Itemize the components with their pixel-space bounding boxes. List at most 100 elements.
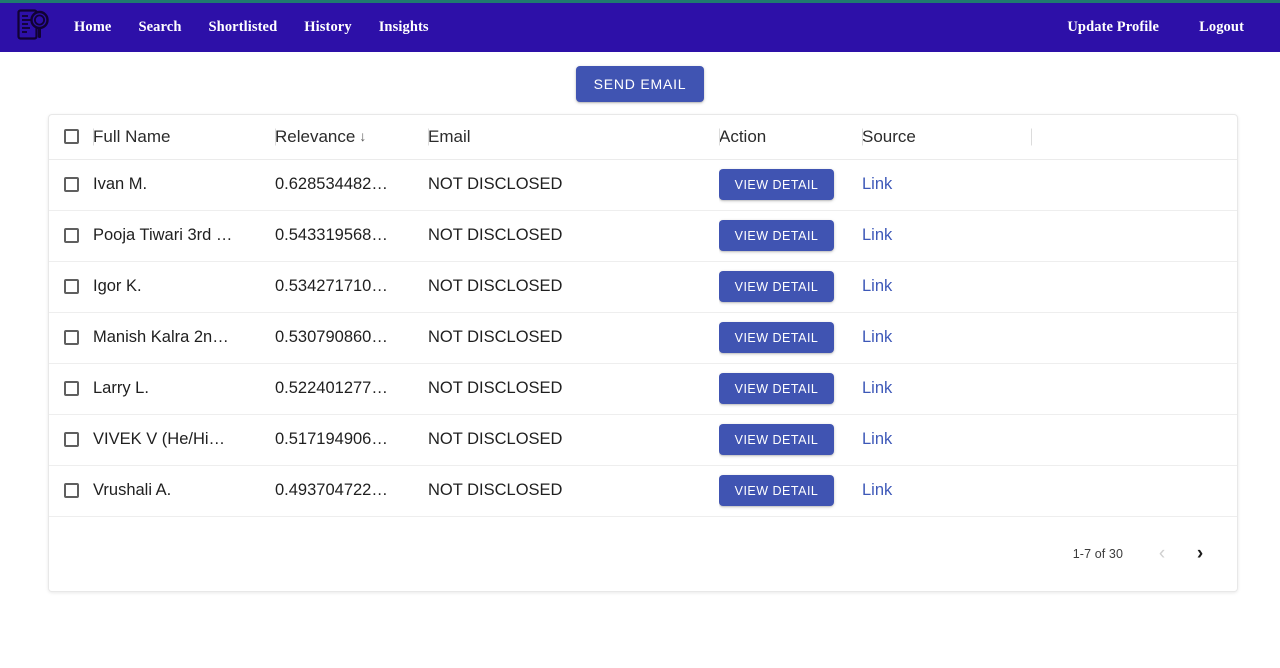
column-header-full-name[interactable]: Full Name [93, 115, 275, 160]
column-header-source-label: Source [862, 126, 916, 146]
column-header-relevance-label: Relevance [275, 126, 356, 146]
cell-source[interactable]: Link [862, 261, 1031, 313]
row-select-cell[interactable] [49, 312, 93, 364]
column-header-email[interactable]: Email [428, 115, 719, 160]
cell-email: NOT DISCLOSED [428, 159, 719, 211]
view-detail-button[interactable]: VIEW DETAIL [719, 169, 834, 200]
row-select-cell[interactable] [49, 465, 93, 517]
row-select-cell[interactable] [49, 159, 93, 211]
row-checkbox[interactable] [63, 381, 79, 396]
source-link[interactable]: Link [862, 379, 892, 397]
table-row[interactable]: VIVEK V (He/Hi… 0.517194906… NOT DISCLOS… [49, 414, 1237, 466]
row-checkbox[interactable] [63, 228, 79, 243]
row-checkbox[interactable] [63, 432, 79, 447]
cell-action[interactable]: VIEW DETAIL [719, 312, 862, 364]
column-resize-handle-email[interactable] [428, 128, 429, 146]
row-checkbox[interactable] [63, 177, 79, 192]
cell-action[interactable]: VIEW DETAIL [719, 159, 862, 211]
document-magnifier-icon [17, 9, 51, 46]
table-row[interactable]: Igor K. 0.534271710… NOT DISCLOSED VIEW … [49, 261, 1237, 313]
candidates-table: Full Name Relevance ↓ Email Action Sourc… [49, 115, 1237, 517]
source-link[interactable]: Link [862, 226, 892, 244]
cell-spacer [1031, 312, 1237, 364]
nav-link-insights[interactable]: Insights [379, 19, 429, 36]
column-header-action[interactable]: Action [719, 115, 862, 160]
view-detail-button[interactable]: VIEW DETAIL [719, 373, 834, 404]
cell-action[interactable]: VIEW DETAIL [719, 261, 862, 313]
column-resize-handle-source[interactable] [862, 128, 863, 146]
row-checkbox[interactable] [63, 279, 79, 294]
cell-email: NOT DISCLOSED [428, 465, 719, 517]
cell-action[interactable]: VIEW DETAIL [719, 210, 862, 262]
row-select-cell[interactable] [49, 261, 93, 313]
cell-action[interactable]: VIEW DETAIL [719, 465, 862, 517]
nav-link-update-profile[interactable]: Update Profile [1067, 19, 1159, 36]
cell-email: NOT DISCLOSED [428, 210, 719, 262]
column-resize-handle-action[interactable] [719, 128, 720, 146]
chevron-right-icon: › [1196, 543, 1204, 564]
cell-full-name: Ivan M. [93, 159, 275, 211]
chevron-left-icon: ‹ [1158, 543, 1166, 564]
cell-source[interactable]: Link [862, 312, 1031, 364]
view-detail-button[interactable]: VIEW DETAIL [719, 424, 834, 455]
cell-spacer [1031, 210, 1237, 262]
column-header-relevance[interactable]: Relevance ↓ [275, 115, 428, 160]
row-select-cell[interactable] [49, 414, 93, 466]
cell-source[interactable]: Link [862, 414, 1031, 466]
cell-spacer [1031, 261, 1237, 313]
view-detail-button[interactable]: VIEW DETAIL [719, 475, 834, 506]
table-row[interactable]: Manish Kalra 2n… 0.530790860… NOT DISCLO… [49, 312, 1237, 364]
cell-source[interactable]: Link [862, 363, 1031, 415]
cell-source[interactable]: Link [862, 210, 1031, 262]
cell-action[interactable]: VIEW DETAIL [719, 414, 862, 466]
cell-spacer [1031, 414, 1237, 466]
sort-descending-icon[interactable]: ↓ [359, 128, 366, 144]
next-page-button[interactable]: › [1181, 535, 1219, 573]
row-checkbox[interactable] [63, 483, 79, 498]
cell-relevance: 0.517194906… [275, 414, 428, 466]
view-detail-button[interactable]: VIEW DETAIL [719, 271, 834, 302]
table-row[interactable]: Larry L. 0.522401277… NOT DISCLOSED VIEW… [49, 363, 1237, 415]
cell-source[interactable]: Link [862, 159, 1031, 211]
select-all-checkbox[interactable] [63, 129, 79, 145]
candidates-table-card: Full Name Relevance ↓ Email Action Sourc… [48, 114, 1238, 592]
nav-link-history[interactable]: History [304, 19, 351, 36]
cell-relevance: 0.530790860… [275, 312, 428, 364]
source-link[interactable]: Link [862, 175, 892, 193]
cell-relevance: 0.534271710… [275, 261, 428, 313]
view-detail-button[interactable]: VIEW DETAIL [719, 322, 834, 353]
row-select-cell[interactable] [49, 210, 93, 262]
table-row[interactable]: Vrushali A. 0.493704722… NOT DISCLOSED V… [49, 465, 1237, 517]
column-resize-handle-spacer[interactable] [1031, 128, 1032, 146]
nav-link-home[interactable]: Home [74, 19, 111, 36]
column-header-action-label: Action [719, 126, 767, 146]
send-email-button[interactable]: SEND EMAIL [575, 66, 705, 102]
cell-relevance: 0.543319568… [275, 210, 428, 262]
nav-link-shortlisted[interactable]: Shortlisted [208, 19, 277, 36]
cell-spacer [1031, 465, 1237, 517]
row-select-cell[interactable] [49, 363, 93, 415]
column-resize-handle-relevance[interactable] [275, 128, 276, 146]
nav-link-search[interactable]: Search [138, 19, 181, 36]
source-link[interactable]: Link [862, 430, 892, 448]
cell-source[interactable]: Link [862, 465, 1031, 517]
cell-email: NOT DISCLOSED [428, 414, 719, 466]
row-checkbox[interactable] [63, 330, 79, 345]
cell-relevance: 0.628534482… [275, 159, 428, 211]
column-resize-handle-full-name[interactable] [93, 128, 94, 146]
previous-page-button[interactable]: ‹ [1143, 535, 1181, 573]
source-link[interactable]: Link [862, 328, 892, 346]
cell-relevance: 0.493704722… [275, 465, 428, 517]
column-header-select-all[interactable] [49, 115, 93, 160]
table-row[interactable]: Ivan M. 0.628534482… NOT DISCLOSED VIEW … [49, 159, 1237, 211]
source-link[interactable]: Link [862, 277, 892, 295]
view-detail-button[interactable]: VIEW DETAIL [719, 220, 834, 251]
table-row[interactable]: Pooja Tiwari 3rd … 0.543319568… NOT DISC… [49, 210, 1237, 262]
source-link[interactable]: Link [862, 481, 892, 499]
cell-action[interactable]: VIEW DETAIL [719, 363, 862, 415]
nav-link-logout[interactable]: Logout [1199, 19, 1244, 36]
app-logo[interactable] [16, 9, 52, 46]
column-header-email-label: Email [428, 126, 471, 146]
column-header-source[interactable]: Source [862, 115, 1031, 160]
cell-full-name: Igor K. [93, 261, 275, 313]
